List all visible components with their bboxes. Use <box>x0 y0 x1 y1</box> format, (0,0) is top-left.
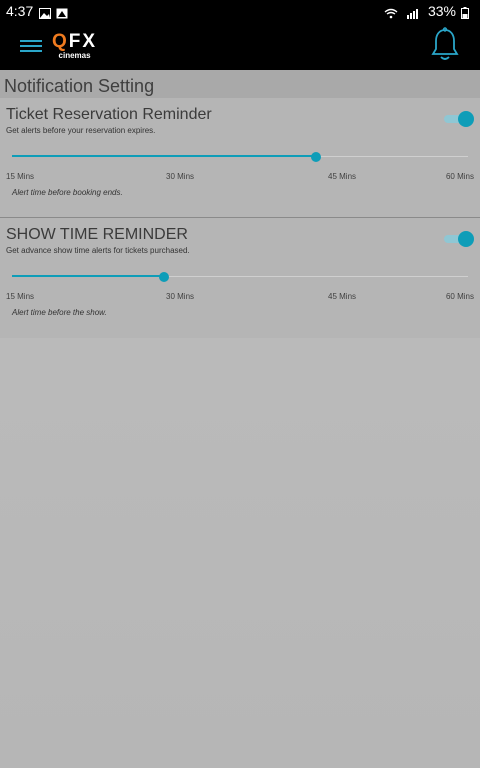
show-time-slider[interactable] <box>12 271 468 283</box>
status-bar: 4:37 33% <box>0 0 480 22</box>
notification-bell-button[interactable] <box>430 27 460 63</box>
page-title: Notification Setting <box>0 70 480 98</box>
wifi-icon <box>384 6 398 18</box>
tick-label: 60 Mins <box>445 292 474 301</box>
app-logo: QFX cinemas <box>52 32 97 60</box>
image-icon <box>39 6 52 19</box>
slider-thumb[interactable] <box>158 272 169 282</box>
show-time-toggle[interactable] <box>444 231 474 247</box>
tick-label: 30 Mins <box>166 172 195 181</box>
section-description: Get alerts before your reservation expir… <box>6 126 156 135</box>
battery-icon <box>461 6 469 19</box>
logo-main: QFX <box>52 31 98 52</box>
ticket-reservation-section: Ticket Reservation Reminder Get alerts b… <box>0 98 480 218</box>
tick-label: 45 Mins <box>328 292 357 301</box>
section-hint: Alert time before the show. <box>12 308 107 317</box>
tick-label: 45 Mins <box>328 172 357 181</box>
menu-button[interactable] <box>20 37 42 55</box>
ticket-reminder-slider[interactable] <box>12 151 468 163</box>
section-hint: Alert time before booking ends. <box>12 188 123 197</box>
status-time: 4:37 <box>6 3 34 19</box>
photo-icon <box>56 6 68 18</box>
section-title: SHOW TIME REMINDER <box>6 226 188 243</box>
notification-settings-page: Notification Setting Ticket Reservation … <box>0 70 480 768</box>
section-title: Ticket Reservation Reminder <box>6 106 212 123</box>
bell-icon <box>431 27 459 60</box>
tick-label: 30 Mins <box>166 292 195 301</box>
tick-label: 15 Mins <box>6 292 35 301</box>
app-bar: QFX cinemas <box>0 22 480 70</box>
slider-ticks: 15 Mins 30 Mins 45 Mins 60 Mins <box>6 292 474 302</box>
show-time-section: SHOW TIME REMINDER Get advance show time… <box>0 218 480 338</box>
ticket-reminder-toggle[interactable] <box>444 111 474 127</box>
logo-subtitle: cinemas <box>58 51 91 60</box>
section-description: Get advance show time alerts for tickets… <box>6 246 190 255</box>
battery-percent: 33% <box>427 3 456 19</box>
signal-icon <box>406 6 418 19</box>
tick-label: 60 Mins <box>445 172 474 181</box>
hamburger-icon <box>20 40 42 52</box>
slider-thumb[interactable] <box>310 152 321 162</box>
slider-ticks: 15 Mins 30 Mins 45 Mins 60 Mins <box>6 172 474 182</box>
tick-label: 15 Mins <box>6 172 35 181</box>
